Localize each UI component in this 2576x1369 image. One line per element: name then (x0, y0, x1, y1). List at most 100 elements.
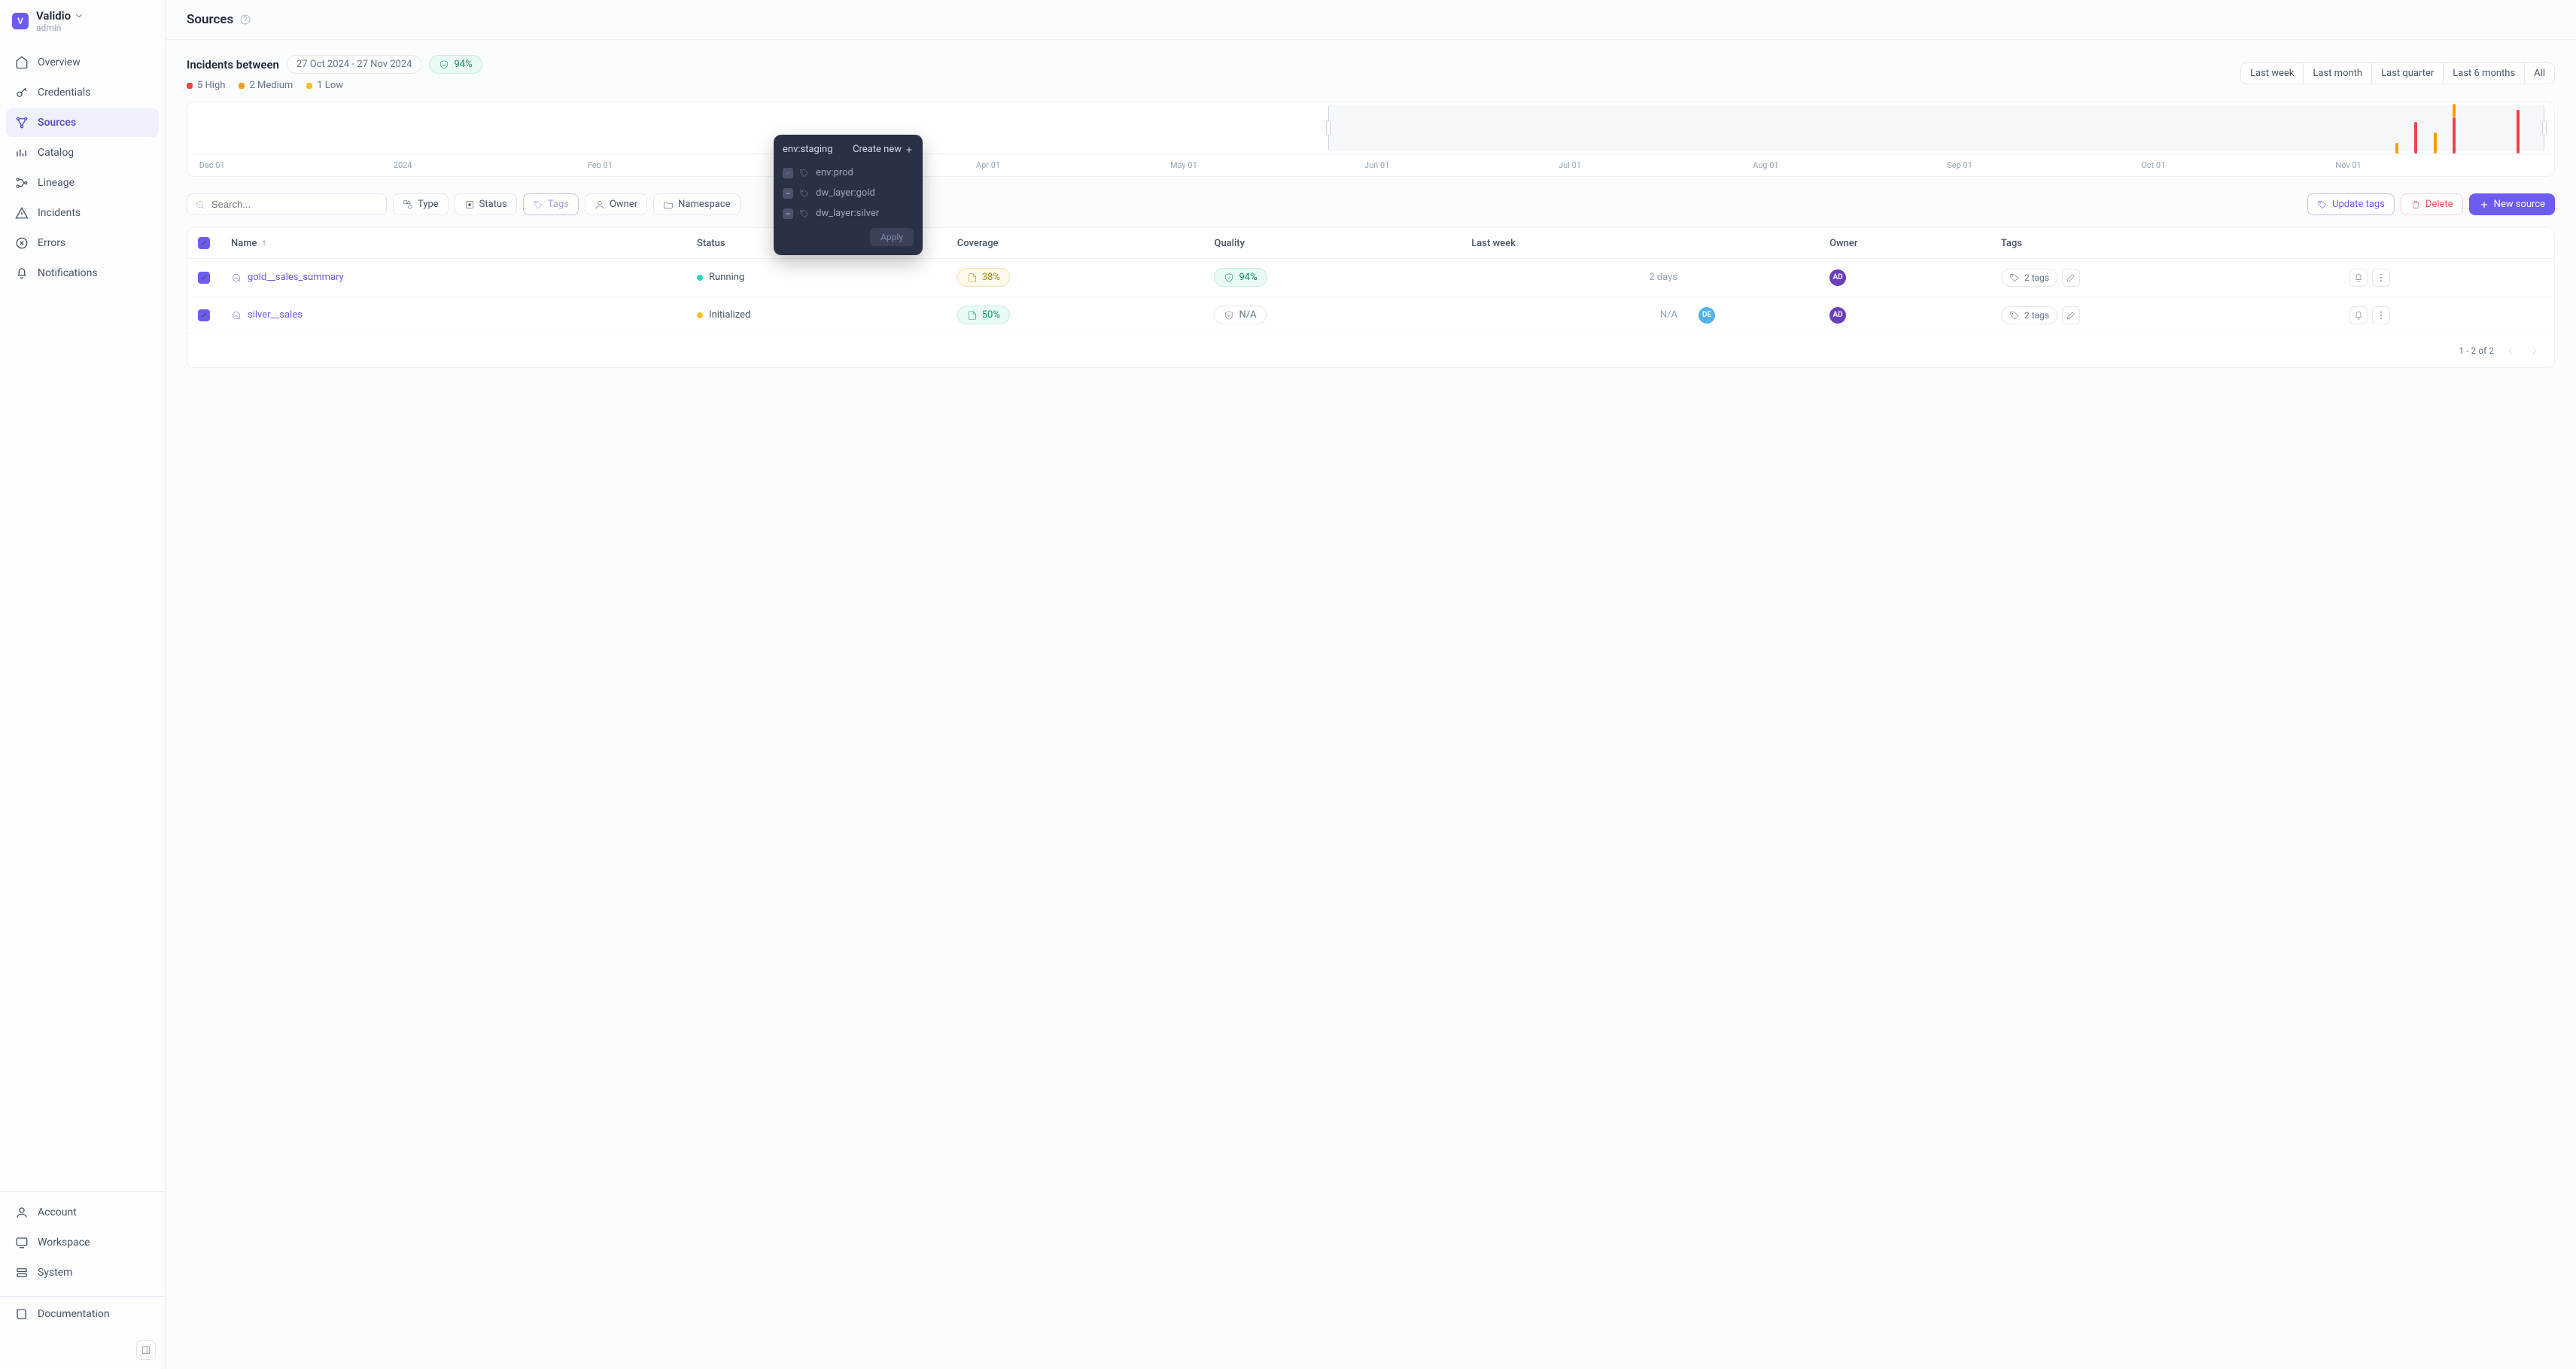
edit-button[interactable] (2062, 269, 2080, 287)
help-icon[interactable] (239, 14, 251, 26)
page-prev-button[interactable] (2503, 343, 2518, 358)
brand-role: admin (36, 23, 84, 33)
bell-icon (15, 266, 29, 280)
sidebar-item-errors[interactable]: Errors (6, 229, 159, 257)
brand-name: Validio (36, 9, 71, 23)
brush-handle-right[interactable] (2542, 120, 2547, 135)
sidebar-item-lineage[interactable]: Lineage (6, 169, 159, 197)
sidebar-item-credentials[interactable]: Credentials (6, 78, 159, 107)
owner-avatar[interactable]: AD (1829, 307, 1846, 324)
tags-count-pill[interactable]: 2 tags (2001, 269, 2057, 287)
sidebar-item-label: Documentation (38, 1308, 110, 1320)
nav-bottom: Account Workspace System (0, 1191, 165, 1293)
search-box[interactable] (187, 193, 387, 215)
range-all[interactable]: All (2525, 63, 2554, 84)
brush-handle-left[interactable] (1326, 120, 1331, 135)
row-checkbox[interactable] (198, 309, 210, 321)
filter-tags-button[interactable]: Tags (523, 193, 579, 215)
notify-button[interactable] (2349, 306, 2368, 324)
collapse-sidebar-button[interactable] (136, 1340, 156, 1360)
filter-status-button[interactable]: Status (455, 193, 517, 215)
sidebar-item-notifications[interactable]: Notifications (6, 259, 159, 287)
new-source-button[interactable]: New source (2469, 193, 2555, 215)
sidebar-item-account[interactable]: Account (6, 1198, 159, 1227)
overall-quality-pill: 94% (429, 55, 482, 74)
trash-icon (2410, 199, 2421, 210)
tag-input-value[interactable]: env:staging (783, 144, 833, 155)
plus-icon (905, 145, 914, 154)
incidents-chart[interactable]: Dec 012024Feb 01Mar 01Apr 01May 01Jun 01… (187, 102, 2555, 177)
sidebar-item-label: Incidents (38, 207, 81, 219)
col-quality[interactable]: Quality (1203, 228, 1461, 259)
source-name-link[interactable]: silver__sales (231, 309, 676, 321)
notify-button[interactable] (2349, 269, 2368, 287)
chart-brush[interactable] (1328, 105, 2545, 151)
sidebar-item-sources[interactable]: Sources (6, 108, 159, 137)
tag-option[interactable]: env:prod (783, 163, 914, 183)
file-icon (967, 272, 978, 283)
chart-bar (2453, 104, 2456, 117)
coverage-pill: 50% (957, 306, 1010, 324)
col-last-week[interactable]: Last week (1461, 228, 1688, 259)
range-last-week[interactable]: Last week (2241, 63, 2304, 84)
sidebar-item-label: Errors (38, 237, 65, 249)
search-input[interactable] (211, 199, 379, 210)
chart-tick: Oct 01 (2141, 160, 2165, 170)
filter-namespace-button[interactable]: Namespace (653, 193, 740, 215)
col-coverage[interactable]: Coverage (947, 228, 1204, 259)
checkbox-icon (783, 188, 793, 199)
filter-type-button[interactable]: Type (393, 193, 449, 215)
select-all-checkbox[interactable] (198, 237, 210, 249)
tag-option[interactable]: dw_layer:silver (783, 203, 914, 224)
coverage-pill: 38% (957, 268, 1010, 287)
user-icon (15, 1206, 29, 1219)
sidebar-item-overview[interactable]: Overview (6, 48, 159, 77)
delete-button[interactable]: Delete (2401, 193, 2463, 215)
status-cell: Initialized (697, 309, 936, 321)
chart-bar (2395, 143, 2398, 154)
create-new-tag-button[interactable]: Create new (853, 144, 914, 155)
panel-icon (141, 1345, 151, 1355)
source-name-link[interactable]: gold__sales_summary (231, 272, 676, 283)
page-next-button[interactable] (2527, 343, 2542, 358)
edit-button[interactable] (2062, 306, 2080, 324)
chart-bar (2414, 122, 2417, 154)
checkbox-icon (783, 208, 793, 219)
row-menu-button[interactable] (2372, 306, 2390, 324)
main: Sources Incidents between 27 Oct 2024 - … (166, 0, 2576, 1369)
sidebar-item-documentation[interactable]: Documentation (6, 1300, 159, 1328)
tags-count-pill[interactable]: 2 tags (2001, 306, 2057, 324)
tag-icon (799, 208, 810, 219)
col-name[interactable]: Name (220, 228, 686, 259)
x-circle-icon (15, 236, 29, 250)
monitor-icon (15, 1236, 29, 1249)
range-last-6-months[interactable]: Last 6 months (2444, 63, 2525, 84)
apply-tags-button[interactable]: Apply (870, 228, 914, 246)
tag-icon (533, 199, 543, 210)
sidebar-item-workspace[interactable]: Workspace (6, 1228, 159, 1257)
more-icon (2376, 272, 2386, 283)
sidebar-item-label: Workspace (38, 1237, 90, 1249)
nav-main: OverviewCredentialsSourcesCatalogLineage… (0, 42, 165, 294)
sidebar-item-incidents[interactable]: Incidents (6, 199, 159, 227)
time-range-group: Last weekLast monthLast quarterLast 6 mo… (2240, 62, 2555, 84)
row-menu-button[interactable] (2372, 269, 2390, 287)
filter-owner-button[interactable]: Owner (585, 193, 647, 215)
owner-avatar[interactable]: AD (1829, 269, 1846, 286)
tag-icon (2317, 199, 2328, 210)
tag-option[interactable]: dw_layer:gold (783, 183, 914, 203)
sort-asc-icon (260, 239, 269, 248)
sidebar-item-system[interactable]: System (6, 1258, 159, 1287)
col-owner[interactable]: Owner (1819, 228, 1991, 259)
range-last-month[interactable]: Last month (2304, 63, 2372, 84)
sidebar-item-label: Notifications (38, 267, 98, 279)
row-checkbox[interactable] (198, 272, 210, 284)
collaborator-avatar[interactable]: DE (1699, 307, 1715, 324)
sidebar-item-catalog[interactable]: Catalog (6, 138, 159, 167)
date-range-pill[interactable]: 27 Oct 2024 - 27 Nov 2024 (287, 55, 422, 74)
workspace-switcher[interactable]: V Validio admin (0, 0, 165, 42)
update-tags-button[interactable]: Update tags (2307, 193, 2395, 215)
edit-icon (2066, 272, 2076, 283)
col-tags[interactable]: Tags (1991, 228, 2340, 259)
range-last-quarter[interactable]: Last quarter (2372, 63, 2444, 84)
